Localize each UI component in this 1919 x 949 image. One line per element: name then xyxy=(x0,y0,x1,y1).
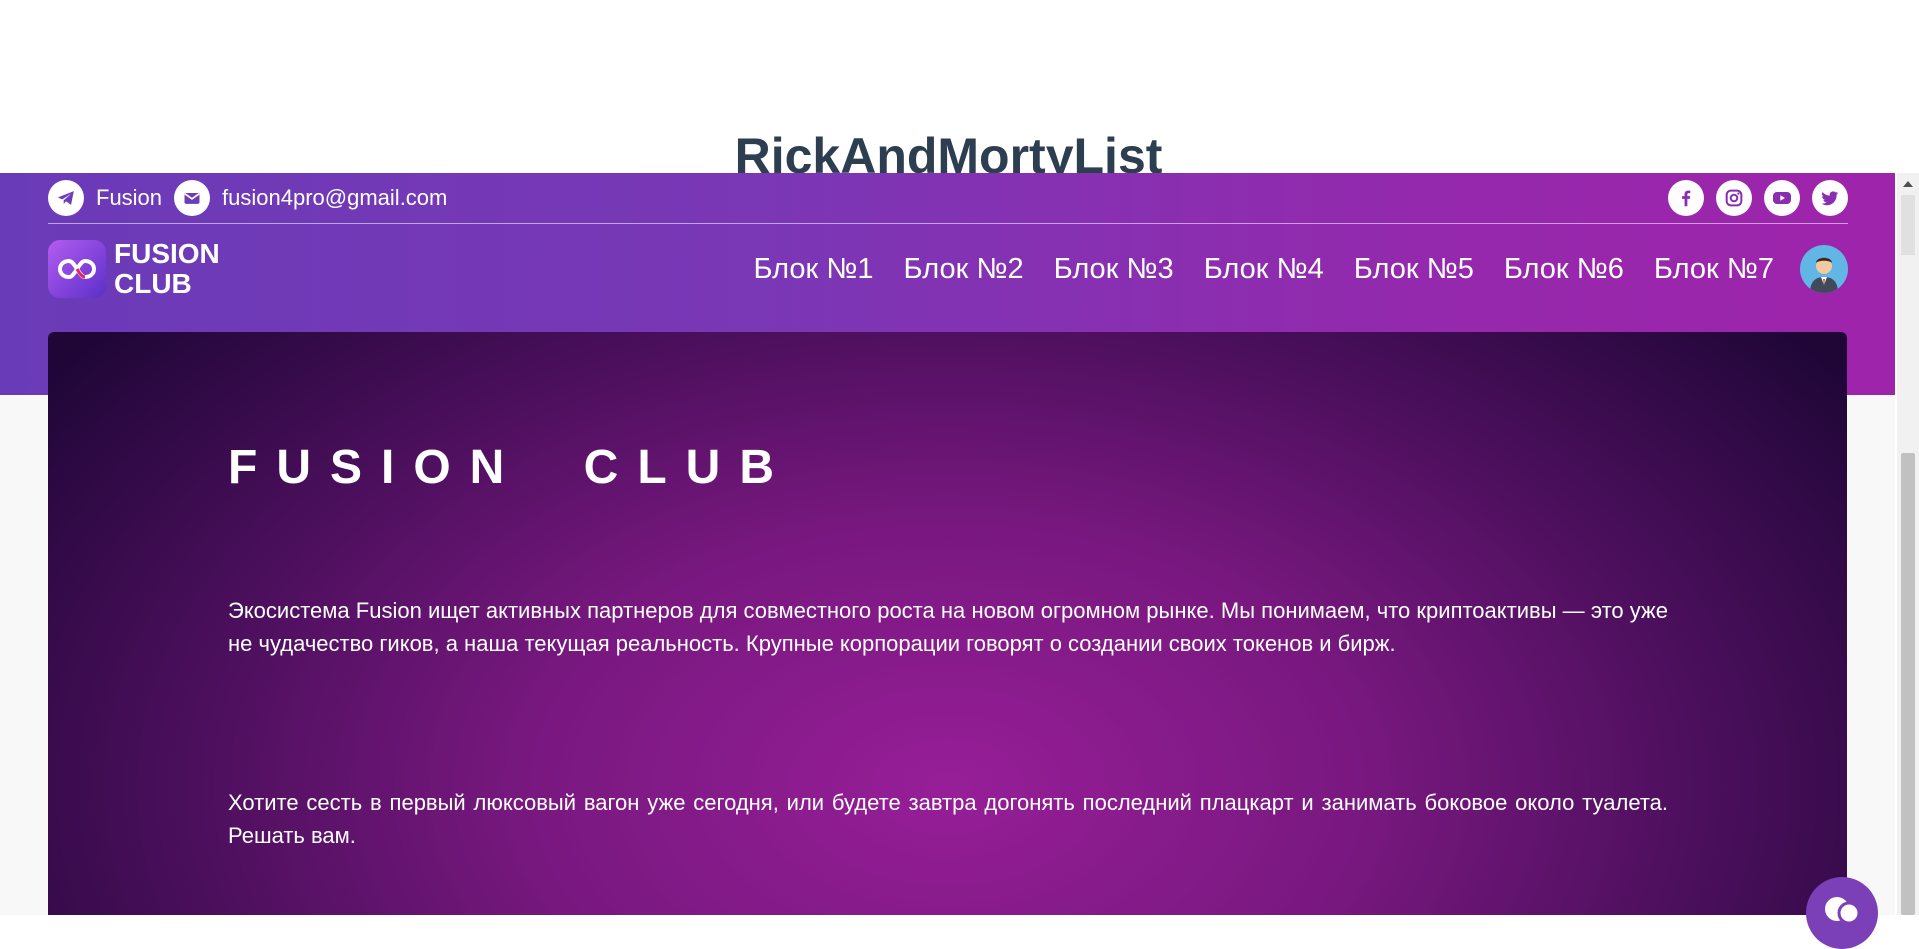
social-links xyxy=(1656,180,1848,216)
main-navigation: FUSION CLUB Блок №1 Блок №2 Блок №3 Блок… xyxy=(48,238,1848,300)
hero-paragraph-2: Хотите сесть в первый люксовый вагон уже… xyxy=(228,790,1668,848)
twitter-icon[interactable] xyxy=(1812,180,1848,216)
logo-line2: CLUB xyxy=(114,268,192,299)
scroll-up-arrow-icon[interactable] xyxy=(1903,181,1913,187)
hero-section: FUSION CLUB Экосистема Fusion ищет актив… xyxy=(48,332,1847,915)
nav-item-block-5[interactable]: Блок №5 xyxy=(1354,253,1474,286)
youtube-icon[interactable] xyxy=(1764,180,1800,216)
email-label: fusion4pro@gmail.com xyxy=(222,185,448,210)
facebook-icon[interactable] xyxy=(1668,180,1704,216)
nav-item-block-3[interactable]: Блок №3 xyxy=(1054,253,1174,286)
email-link[interactable]: fusion4pro@gmail.com xyxy=(174,180,447,216)
topbar: Fusion fusion4pro@gmail.com xyxy=(48,173,1848,224)
telegram-icon xyxy=(48,180,84,216)
logo-line1: FUSION xyxy=(114,238,220,269)
infinity-logo-icon xyxy=(48,240,106,298)
vertical-scrollbar[interactable] xyxy=(1897,173,1919,915)
scroll-thumb[interactable] xyxy=(1901,453,1915,915)
telegram-label: Fusion xyxy=(96,185,163,210)
logo-text: FUSION CLUB xyxy=(114,239,220,299)
logo[interactable]: FUSION CLUB xyxy=(48,239,220,299)
instagram-icon[interactable] xyxy=(1716,180,1752,216)
nav-menu: Блок №1 Блок №2 Блок №3 Блок №4 Блок №5 … xyxy=(723,245,1848,293)
nav-item-block-4[interactable]: Блок №4 xyxy=(1204,253,1324,286)
chat-button[interactable] xyxy=(1806,877,1878,949)
nav-item-block-1[interactable]: Блок №1 xyxy=(753,253,873,286)
nav-item-block-2[interactable]: Блок №2 xyxy=(904,253,1024,286)
nav-item-block-6[interactable]: Блок №6 xyxy=(1504,253,1624,286)
user-avatar[interactable] xyxy=(1800,245,1848,293)
telegram-link[interactable]: Fusion xyxy=(48,180,162,216)
nav-item-block-7[interactable]: Блок №7 xyxy=(1654,253,1774,286)
chat-bubbles-icon xyxy=(1825,897,1861,925)
scroll-track-segment xyxy=(1901,195,1915,255)
contacts: Fusion fusion4pro@gmail.com xyxy=(48,180,459,216)
mail-icon xyxy=(174,180,211,216)
hero-paragraph-1: Экосистема Fusion ищет активных партнеро… xyxy=(228,598,1668,656)
hero-title: FUSION CLUB xyxy=(228,441,793,494)
